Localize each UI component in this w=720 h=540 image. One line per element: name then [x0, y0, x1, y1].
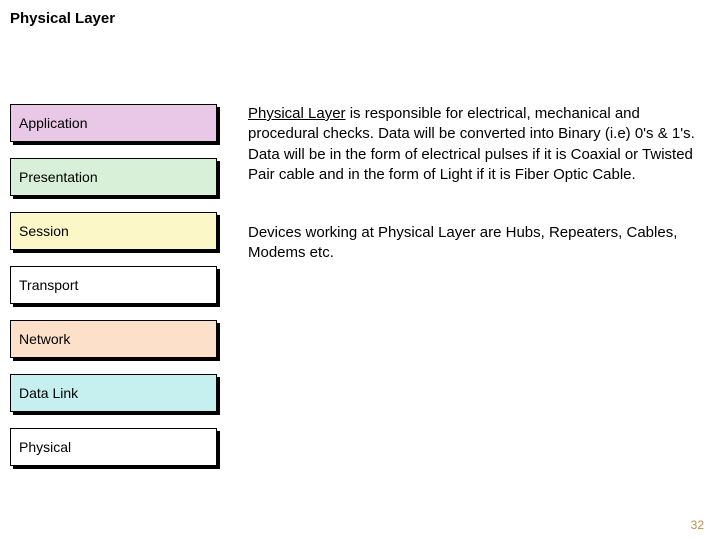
layer-label: Physical — [10, 428, 217, 466]
layer-transport: Transport — [10, 266, 220, 307]
layer-label: Presentation — [10, 158, 217, 196]
layer-label: Data Link — [10, 374, 217, 412]
description-area: Physical Layer is responsible for electr… — [248, 104, 698, 264]
layer-application: Application — [10, 104, 220, 145]
page-number: 32 — [691, 518, 704, 532]
layer-label: Network — [10, 320, 217, 358]
layer-session: Session — [10, 212, 220, 253]
layer-network: Network — [10, 320, 220, 361]
description-paragraph-2: Devices working at Physical Layer are Hu… — [248, 223, 698, 264]
osi-layer-stack: Application Presentation Session Transpo… — [10, 104, 220, 482]
layer-data-link: Data Link — [10, 374, 220, 415]
layer-label: Session — [10, 212, 217, 250]
slide: Physical Layer Application Presentation … — [0, 0, 720, 540]
layer-label: Transport — [10, 266, 217, 304]
description-paragraph-1: Physical Layer is responsible for electr… — [248, 104, 698, 185]
lead-term: Physical Layer — [248, 105, 346, 122]
layer-label: Application — [10, 104, 217, 142]
page-title: Physical Layer — [10, 10, 115, 27]
layer-physical: Physical — [10, 428, 220, 469]
layer-presentation: Presentation — [10, 158, 220, 199]
